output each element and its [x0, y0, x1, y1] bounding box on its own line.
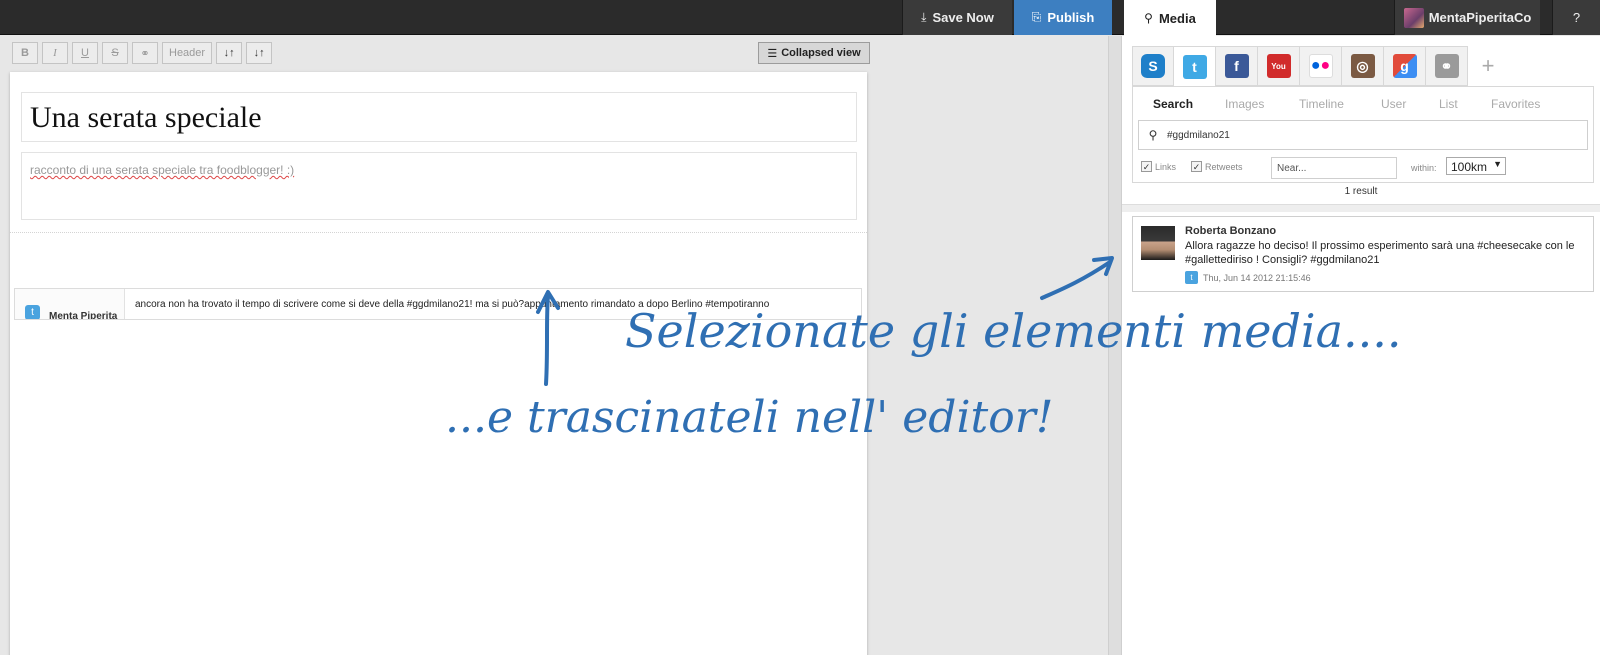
top-bar: ⤓ Save Now ⎘ Publish ⚲ Media MentaPiperi…	[0, 0, 1600, 36]
app-window: ⤓ Save Now ⎘ Publish ⚲ Media MentaPiperi…	[0, 0, 1600, 655]
google-icon: g	[1392, 54, 1417, 78]
search-options: ✓ Links ✓ Retweets Near... within: 100km…	[1141, 157, 1591, 179]
within-label: within:	[1411, 163, 1437, 173]
embedded-tweet-user: Menta Piperita	[49, 311, 118, 320]
tweet-author-name: Roberta Bonzano	[1185, 225, 1277, 237]
story-description-field[interactable]: racconto di una serata speciale tra food…	[21, 152, 857, 220]
tab-list[interactable]: List	[1439, 97, 1458, 111]
twitter-icon: t	[1182, 54, 1207, 79]
format-toolbar: B I U S ⚭ Header ↓↑ ↓↑	[12, 42, 273, 64]
help-button[interactable]: ?	[1552, 0, 1600, 35]
tweet-meta: t Thu, Jun 14 2012 21:15:46	[1185, 271, 1311, 284]
retweets-checkbox[interactable]: ✓ Retweets	[1191, 161, 1243, 172]
save-now-button[interactable]: ⤓ Save Now	[902, 0, 1012, 35]
links-checkbox[interactable]: ✓ Links	[1141, 161, 1176, 172]
user-avatar	[1403, 7, 1424, 28]
facebook-tab[interactable]: f	[1216, 46, 1258, 86]
tweet-text: Allora ragazze ho deciso! Il prossimo es…	[1185, 240, 1575, 266]
collapsed-view-button[interactable]: ☰ Collapsed view	[758, 42, 870, 64]
collapsed-view-label: Collapsed view	[781, 47, 861, 59]
flickr-icon: ● ●	[1308, 54, 1333, 78]
twitter-tab[interactable]: t	[1174, 46, 1216, 87]
instagram-tab[interactable]: ◎	[1342, 46, 1384, 86]
bold-button[interactable]: B	[12, 42, 38, 64]
editor-canvas: Una serata speciale racconto di una sera…	[10, 72, 867, 655]
result-count: 1 result	[1344, 186, 1378, 197]
flickr-tab[interactable]: ● ●	[1300, 46, 1342, 86]
underline-button[interactable]: U	[72, 42, 98, 64]
within-value: 100km	[1451, 160, 1488, 174]
youtube-tab[interactable]: You	[1258, 46, 1300, 86]
story-title-field[interactable]: Una serata speciale	[21, 92, 857, 142]
annotation-drag-to-editor: ...e trascinateli nell' editor!	[445, 392, 1054, 443]
twitter-icon: t	[1185, 271, 1198, 284]
link-tab[interactable]: ⚭	[1426, 46, 1468, 86]
links-check-icon: ✓	[1141, 161, 1152, 172]
instagram-icon: ◎	[1350, 54, 1375, 78]
link-icon: ⚭	[1434, 54, 1459, 78]
sort-up-button[interactable]: ↓↑	[246, 42, 273, 64]
user-menu[interactable]: MentaPiperitaCo	[1394, 0, 1540, 35]
italic-button[interactable]: I	[42, 42, 68, 64]
save-now-label: Save Now	[932, 10, 994, 25]
help-label: ?	[1572, 10, 1581, 25]
retweets-label: Retweets	[1205, 161, 1243, 172]
twitter-search-input[interactable]: ⚲ #ggdmilano21	[1138, 120, 1588, 150]
link-button[interactable]: ⚭	[132, 42, 158, 64]
tab-favorites[interactable]: Favorites	[1491, 97, 1540, 111]
header-button[interactable]: Header	[162, 42, 213, 64]
search-icon: ⚲	[1148, 128, 1158, 142]
publish-icon: ⎘	[1031, 10, 1042, 24]
divider	[10, 232, 867, 233]
save-icon: ⤓	[921, 10, 927, 24]
tweet-timestamp: Thu, Jun 14 2012 21:15:46	[1203, 272, 1311, 283]
facebook-icon: f	[1224, 54, 1249, 78]
within-select[interactable]: 100km ▼	[1446, 157, 1506, 175]
twitter-icon: t	[25, 305, 40, 319]
storify-icon: S	[1141, 54, 1165, 78]
annotation-select-media: Selezionate gli elementi media....	[625, 304, 1402, 358]
tweet-result[interactable]: Roberta Bonzano Allora ragazze ho deciso…	[1132, 216, 1594, 292]
media-service-tabs: S t f You ● ● ◎ g ⚭ +	[1132, 46, 1508, 87]
embedded-tweet-author-block: t Menta Piperita	[15, 289, 125, 320]
media-tab-label: Media	[1158, 10, 1196, 26]
tab-images[interactable]: Images	[1225, 97, 1264, 111]
search-query: #ggdmilano21	[1167, 129, 1230, 141]
youtube-icon: You	[1266, 54, 1291, 78]
storify-tab[interactable]: S	[1132, 46, 1174, 86]
tweet-author-avatar	[1141, 226, 1175, 260]
tab-search[interactable]: Search	[1153, 97, 1193, 111]
tab-user[interactable]: User	[1381, 97, 1406, 111]
chevron-down-icon: ▼	[1493, 159, 1502, 169]
publish-button[interactable]: ⎘ Publish	[1014, 0, 1112, 35]
publish-label: Publish	[1047, 10, 1095, 25]
result-separator	[1122, 204, 1600, 212]
links-label: Links	[1155, 161, 1177, 172]
retweets-check-icon: ✓	[1191, 161, 1202, 172]
list-icon: ☰	[767, 47, 778, 60]
search-icon: ⚲	[1144, 11, 1153, 25]
story-description-text: racconto di una serata speciale tra food…	[30, 163, 295, 177]
strikethrough-button[interactable]: S	[102, 42, 128, 64]
sort-down-button[interactable]: ↓↑	[216, 42, 243, 64]
google-tab[interactable]: g	[1384, 46, 1426, 86]
media-tab[interactable]: ⚲ Media	[1124, 0, 1216, 36]
add-service-button[interactable]: +	[1468, 46, 1508, 86]
user-name: MentaPiperitaCo	[1428, 10, 1532, 25]
twitter-search-panel: Search Images Timeline User List Favorit…	[1132, 86, 1594, 183]
near-input[interactable]: Near...	[1271, 157, 1397, 179]
tab-timeline[interactable]: Timeline	[1299, 97, 1344, 111]
